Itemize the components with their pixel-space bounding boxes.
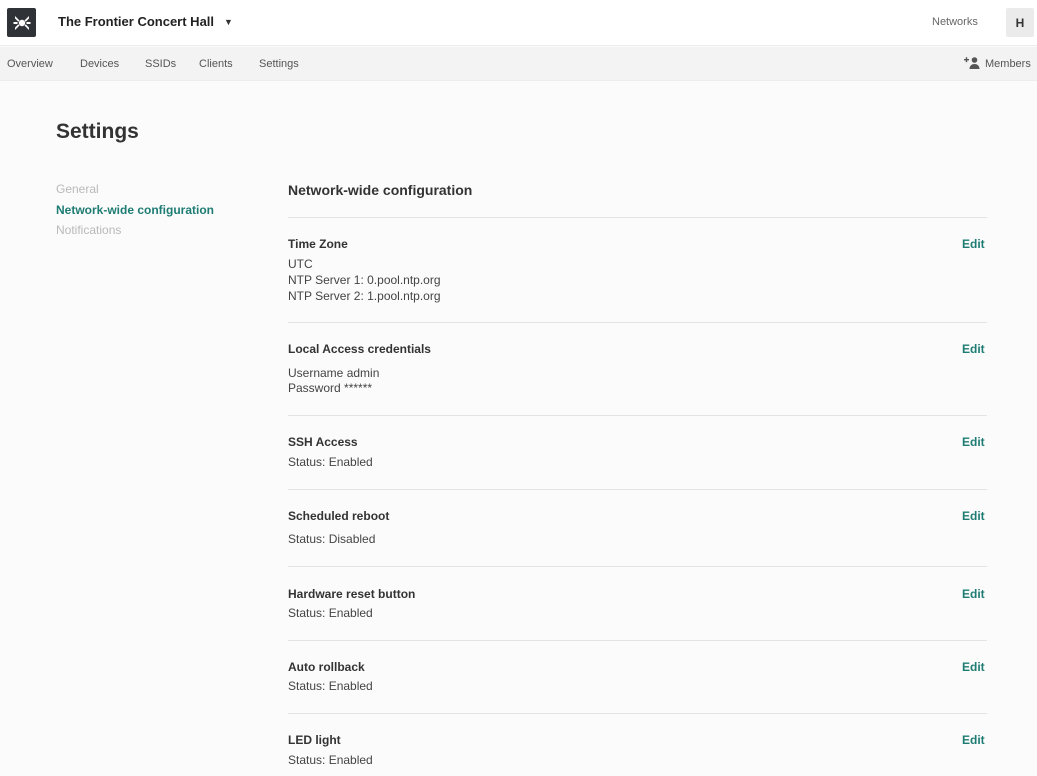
- ssh-access-title: SSH Access: [288, 435, 358, 449]
- top-bar: The Frontier Concert Hall ▼ Networks H: [0, 0, 1037, 46]
- time-zone-title: Time Zone: [288, 237, 348, 251]
- network-selector[interactable]: The Frontier Concert Hall ▼: [58, 14, 233, 29]
- hardware-reset-edit-button[interactable]: Edit: [962, 587, 985, 601]
- auto-rollback-title: Auto rollback: [288, 660, 365, 674]
- network-name-label: The Frontier Concert Hall: [58, 14, 215, 29]
- hardware-reset-title: Hardware reset button: [288, 587, 416, 601]
- network-logo-icon[interactable]: [7, 8, 36, 37]
- tab-clients[interactable]: Clients: [199, 58, 233, 70]
- local-access-title: Local Access credentials: [288, 342, 431, 356]
- sidebar-item-general[interactable]: General: [56, 182, 99, 196]
- section-title: Network-wide configuration: [288, 182, 473, 198]
- ntp-server-1-value: NTP Server 1: 0.pool.ntp.org: [288, 273, 441, 287]
- led-light-status: Status: Enabled: [288, 753, 373, 767]
- divider: [288, 640, 987, 641]
- divider: [288, 322, 987, 323]
- members-label: Members: [985, 58, 1031, 70]
- scheduled-reboot-status: Status: Disabled: [288, 532, 376, 546]
- scheduled-reboot-edit-button[interactable]: Edit: [962, 509, 985, 523]
- divider: [288, 566, 987, 567]
- divider: [288, 713, 987, 714]
- add-person-icon: [964, 56, 981, 72]
- tab-devices[interactable]: Devices: [80, 58, 119, 70]
- scheduled-reboot-title: Scheduled reboot: [288, 509, 390, 523]
- led-light-title: LED light: [288, 733, 341, 747]
- networks-link[interactable]: Networks: [932, 16, 978, 28]
- sidebar-item-network-wide-configuration[interactable]: Network-wide configuration: [56, 203, 214, 217]
- divider: [288, 217, 987, 218]
- chevron-down-icon: ▼: [224, 17, 233, 27]
- divider: [288, 415, 987, 416]
- tab-overview[interactable]: Overview: [7, 58, 53, 70]
- ssh-access-status: Status: Enabled: [288, 455, 373, 469]
- time-zone-edit-button[interactable]: Edit: [962, 237, 985, 251]
- auto-rollback-status: Status: Enabled: [288, 679, 373, 693]
- sidebar-item-notifications[interactable]: Notifications: [56, 223, 121, 237]
- led-light-edit-button[interactable]: Edit: [962, 733, 985, 747]
- auto-rollback-edit-button[interactable]: Edit: [962, 660, 985, 674]
- page-title: Settings: [56, 120, 139, 143]
- time-zone-value: UTC: [288, 257, 313, 271]
- divider: [288, 489, 987, 490]
- ssh-access-edit-button[interactable]: Edit: [962, 435, 985, 449]
- local-access-edit-button[interactable]: Edit: [962, 342, 985, 356]
- username-value: Username admin: [288, 366, 380, 380]
- tab-settings[interactable]: Settings: [259, 58, 299, 70]
- avatar[interactable]: H: [1006, 8, 1034, 37]
- hardware-reset-status: Status: Enabled: [288, 606, 373, 620]
- nav-bar: Overview Devices SSIDs Clients Settings …: [0, 47, 1037, 81]
- password-value: Password ******: [288, 381, 373, 395]
- members-button[interactable]: Members: [964, 56, 1031, 72]
- tab-ssids[interactable]: SSIDs: [145, 58, 176, 70]
- ntp-server-2-value: NTP Server 2: 1.pool.ntp.org: [288, 289, 441, 303]
